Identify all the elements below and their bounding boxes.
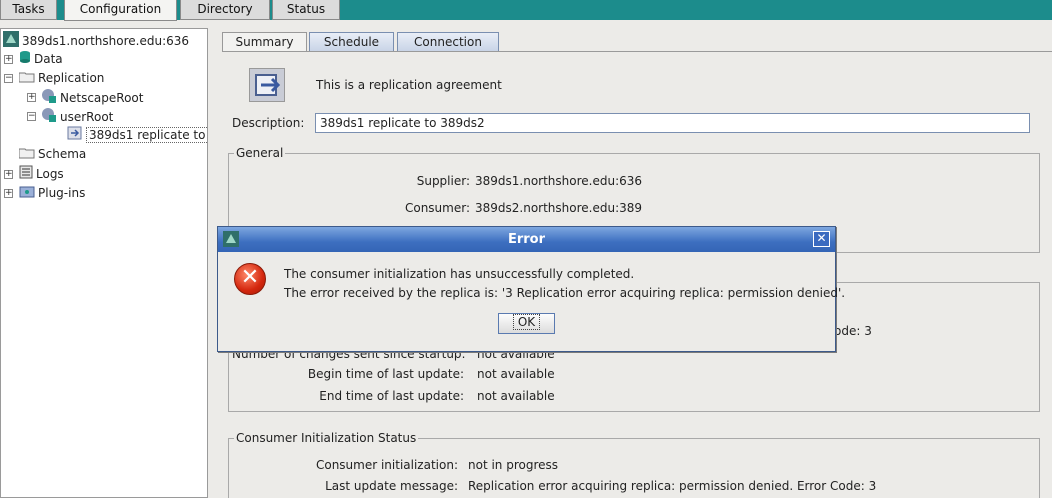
expand-data-icon[interactable]: + [4,55,13,64]
navigation-tree[interactable]: 389ds1.northshore.edu:636 + Data − Repli… [0,28,208,498]
consumer-value: 389ds2.northshore.edu:389 [475,201,643,215]
general-group-title: General [234,146,286,160]
expand-plugins-icon[interactable]: + [4,189,13,198]
error-icon: ✕ [234,263,266,295]
error-message-line1: The consumer initialization has unsucces… [284,267,635,281]
agreement-icon [67,126,83,145]
agreement-intro-text: This is a replication agreement [316,78,502,92]
tab-directory[interactable]: Directory [180,0,270,20]
tree-item-data[interactable]: Data [19,50,63,68]
tab-connection[interactable]: Connection [397,32,499,52]
error-dialog[interactable]: Error ✕ ✕ The consumer initialization ha… [217,226,845,352]
end-time-value: not available [477,389,555,403]
tab-divider [222,51,1052,52]
app-icon [223,231,239,247]
replica-db-icon [41,107,57,128]
consumer-init-value: not in progress [468,458,559,472]
expand-netscaperoot-icon[interactable]: + [27,93,36,102]
dialog-title-bar[interactable]: Error [218,227,835,252]
consumer-init-label: Consumer initialization: [315,458,458,472]
server-icon [3,31,19,52]
collapse-userroot-icon[interactable]: − [27,112,36,121]
last-update-message-value: Replication error acquiring replica: per… [468,479,877,493]
logs-icon [19,165,33,184]
tree-item-logs[interactable]: Logs [19,165,64,183]
consumer-init-group-title: Consumer Initialization Status [234,431,419,445]
top-tab-bar: Tasks Configuration Directory Status [0,0,1052,21]
description-label: Description: [232,116,305,130]
tree-item-userroot[interactable]: userRoot [41,107,113,125]
collapse-replication-icon[interactable]: − [4,74,13,83]
tree-item-replication[interactable]: Replication [18,69,104,88]
agreement-icon [249,68,285,102]
ok-button-label: OK [512,314,541,330]
status-error-code-value: ode: 3 [834,324,872,338]
tree-item-netscaperoot[interactable]: NetscapeRoot [41,88,143,106]
tree-item-plugins[interactable]: Plug-ins [19,184,85,202]
error-message-line2: The error received by the replica is: '3… [284,286,846,300]
close-icon[interactable]: ✕ [813,231,830,247]
expand-logs-icon[interactable]: + [4,170,13,179]
consumer-label: Consumer: [404,201,470,215]
folder-icon [18,146,35,164]
begin-time-value: not available [477,367,555,381]
supplier-value: 389ds1.northshore.edu:636 [475,174,643,188]
database-icon [19,50,31,69]
tab-configuration[interactable]: Configuration [64,0,177,21]
tree-item-agreement[interactable]: 389ds1 replicate to 389ds2 [67,126,207,145]
dialog-title: Error [507,232,546,247]
replica-db-icon [41,88,57,109]
description-field[interactable]: 389ds1 replicate to 389ds2 [315,113,1030,133]
tab-summary[interactable]: Summary [222,32,307,52]
begin-time-label: Begin time of last update: [307,367,464,381]
tree-item-schema[interactable]: Schema [18,145,86,164]
end-time-label: End time of last update: [319,389,464,403]
plugin-icon [19,184,35,203]
tab-tasks[interactable]: Tasks [0,0,57,20]
ok-button[interactable]: OK [498,313,555,334]
tree-item-server[interactable]: 389ds1.northshore.edu:636 [3,31,189,49]
last-update-message-label: Last update message: [325,479,458,493]
tab-schedule[interactable]: Schedule [309,32,394,52]
folder-open-icon [18,70,35,88]
tab-status[interactable]: Status [272,0,340,20]
supplier-label: Supplier: [416,174,470,188]
